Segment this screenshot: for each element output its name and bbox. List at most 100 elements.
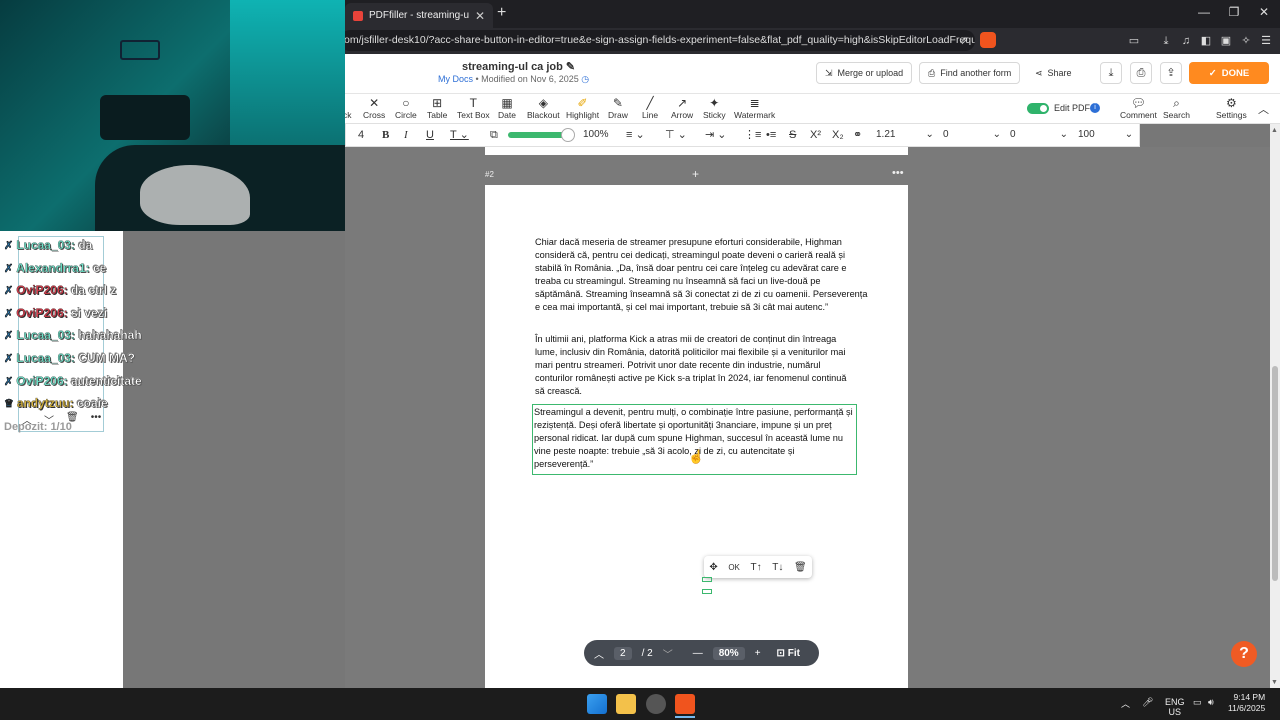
leo-ai-icon[interactable]: ✧ — [1238, 33, 1254, 49]
tool-cross[interactable]: ✕ Cross — [363, 97, 385, 121]
scroll-up-icon[interactable]: ▲ — [1271, 127, 1278, 134]
paragraph-1[interactable]: Chiar dacă meseria de streamer presupune… — [535, 236, 870, 314]
tool-comment[interactable]: 💬︎ Comment — [1120, 97, 1157, 121]
find-another-form-button[interactable]: ⎙ Find another form — [919, 62, 1021, 84]
link-icon[interactable]: ⚭ — [853, 127, 862, 143]
share-button[interactable]: ⋖ Share — [1027, 62, 1080, 84]
empty-textbox[interactable] — [702, 577, 712, 582]
display-icon[interactable]: ▭ — [1193, 697, 1202, 708]
file-explorer-icon[interactable] — [616, 694, 636, 714]
char-spacing-select[interactable]: 0 ⌄ — [943, 127, 1001, 143]
line-spacing-select[interactable]: 1.21 ⌄ — [876, 127, 934, 143]
edit-pencil-icon[interactable]: ✎ — [566, 61, 575, 73]
bullet-list-button[interactable]: •≡ — [766, 127, 776, 143]
tool-textbox[interactable]: T Text Box — [457, 97, 490, 121]
text-color-button[interactable]: T ⌄ — [450, 127, 469, 143]
ok-button[interactable]: OK — [728, 563, 740, 572]
windows-start-icon[interactable] — [587, 694, 607, 714]
print-button[interactable]: ⎙ — [1130, 62, 1152, 84]
tool-search[interactable]: ⌕ Search — [1163, 97, 1190, 121]
align-dropdown[interactable]: ≡ ⌄ — [626, 127, 645, 143]
close-window-icon[interactable]: ✕ — [1254, 5, 1274, 19]
tray-overflow-icon[interactable]: ︿ — [1121, 697, 1130, 710]
minimize-icon[interactable]: — — [1194, 5, 1214, 19]
menu-icon[interactable]: ☰ — [1258, 33, 1274, 49]
zoom-value[interactable]: 80% — [712, 646, 745, 660]
wallet-icon[interactable]: ▣ — [1218, 33, 1234, 49]
numbered-list-button[interactable]: ⋮≡ — [744, 127, 761, 143]
tool-settings[interactable]: ⚙ Settings — [1216, 97, 1247, 121]
decrease-font-icon[interactable]: T↓ — [772, 562, 783, 573]
scroll-down-icon[interactable]: ▼ — [1271, 679, 1278, 686]
browser-tab[interactable]: PDFfiller - streaming-ul ca job.do ✕ — [345, 3, 493, 28]
zoom-out-icon[interactable]: — — [693, 648, 703, 659]
new-tab-button[interactable]: + — [497, 4, 506, 22]
music-icon[interactable]: ♫ — [1178, 33, 1194, 49]
opacity-slider[interactable] — [508, 128, 575, 142]
subscript-button[interactable]: X₂ — [832, 127, 844, 143]
valign-dropdown[interactable]: ⊤ ⌄ — [665, 127, 687, 143]
prev-page-icon[interactable]: ︿ — [594, 646, 604, 661]
tool-table[interactable]: ⊞ Table — [427, 97, 447, 121]
microphone-icon[interactable]: 🎤︎ — [1142, 697, 1153, 708]
chat-text: ce — [93, 260, 107, 275]
brave-taskbar-icon[interactable] — [675, 694, 695, 714]
indent-dropdown[interactable]: ⇥ ⌄ — [705, 127, 727, 143]
volume-icon[interactable]: 🔊︎ — [1208, 697, 1214, 708]
close-tab-icon[interactable]: ✕ — [475, 9, 485, 23]
tool-highlight[interactable]: ✐ Highlight — [566, 97, 599, 121]
help-button[interactable]: ? — [1231, 641, 1257, 667]
download-icon[interactable]: ⤓ — [1158, 33, 1174, 49]
chat-text: hahahahah — [78, 328, 142, 343]
info-icon[interactable]: i — [1090, 103, 1100, 113]
export-button[interactable]: ⇪ — [1160, 62, 1182, 84]
tool-line[interactable]: ╱ Line — [642, 97, 658, 121]
tool-draw[interactable]: ✎ Draw — [608, 97, 628, 121]
scale-select[interactable]: 100 ⌄ — [1078, 127, 1133, 143]
collapse-chevron-icon[interactable]: ︿ — [1258, 101, 1269, 117]
tool-sticky[interactable]: ✦ Sticky — [703, 97, 726, 121]
history-icon[interactable]: ◷ — [581, 74, 589, 84]
add-page-icon[interactable]: + — [692, 167, 699, 181]
page-more-icon[interactable]: ••• — [892, 167, 904, 179]
tool-watermark[interactable]: ≣ Watermark — [734, 97, 775, 121]
move-icon[interactable]: ✥ — [709, 562, 717, 573]
obs-icon[interactable] — [646, 694, 666, 714]
maximize-icon[interactable]: ❐ — [1224, 5, 1244, 19]
my-docs-link[interactable]: My Docs — [438, 74, 473, 84]
delete-icon[interactable]: 🗑︎ — [794, 562, 807, 573]
baseline-select[interactable]: 0 ⌄ — [1010, 127, 1068, 143]
strikethrough-button[interactable]: S — [789, 127, 796, 143]
zoom-in-icon[interactable]: + — [755, 648, 761, 659]
paragraph-2[interactable]: În ultimii ani, platforma Kick a atras m… — [535, 333, 855, 398]
increase-font-icon[interactable]: T↑ — [751, 562, 762, 573]
document-title[interactable]: streaming-ul ca job ✎ — [462, 60, 575, 73]
tool-date[interactable]: ▦ Date — [498, 97, 516, 121]
superscript-button[interactable]: X² — [810, 127, 821, 143]
bold-button[interactable]: B — [382, 127, 389, 143]
tool-arrow[interactable]: ↗ Arrow — [671, 97, 693, 121]
edit-pdf-toggle[interactable] — [1027, 103, 1049, 114]
merge-upload-button[interactable]: ⇲ Merge or upload — [816, 62, 913, 84]
brave-shield-icon[interactable] — [980, 32, 996, 48]
more-icon[interactable]: ••• — [91, 412, 102, 427]
next-page-icon[interactable]: ﹀ — [663, 646, 673, 661]
fit-button[interactable]: ⊡ Fit — [777, 648, 800, 659]
empty-textbox[interactable] — [702, 589, 712, 594]
underline-button[interactable]: U — [426, 127, 434, 143]
share-page-icon[interactable]: ⇗ — [956, 33, 972, 49]
reader-icon[interactable]: ▭ — [1126, 33, 1142, 49]
download-doc-button[interactable]: ⤓ — [1100, 62, 1122, 84]
tool-label: Draw — [608, 110, 628, 120]
italic-button[interactable]: I — [404, 127, 408, 143]
scrollbar-thumb[interactable] — [1272, 366, 1278, 581]
sidebar-icon[interactable]: ◧ — [1198, 33, 1214, 49]
done-button[interactable]: ✓ DONE — [1189, 62, 1269, 84]
tool-blackout[interactable]: ◈ Blackout — [527, 97, 560, 121]
current-page-input[interactable]: 2 — [614, 646, 632, 660]
clock[interactable]: 9:14 PM 11/6/2025 — [1228, 692, 1265, 714]
tool-circle[interactable]: ○ Circle — [395, 97, 417, 121]
language-indicator[interactable]: ENG US — [1165, 697, 1185, 717]
font-size-partial[interactable]: 4 — [358, 127, 364, 143]
url-input[interactable]: om/jsfiller-desk10/?acc-share-button-in-… — [340, 30, 975, 51]
